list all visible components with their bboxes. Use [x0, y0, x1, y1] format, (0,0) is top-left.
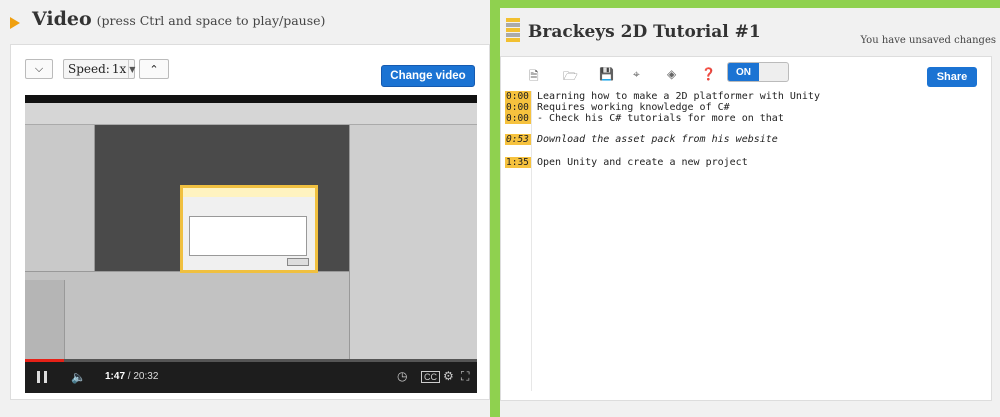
- note-text[interactable]: Requires working knowledge of C#: [537, 102, 730, 113]
- document-icon: [506, 18, 520, 44]
- new-file-icon[interactable]: 🗎: [529, 67, 539, 88]
- video-panel: Video (press Ctrl and space to play/paus…: [0, 0, 490, 417]
- open-folder-icon[interactable]: 🗁: [563, 67, 578, 88]
- note-entry: 0:00 - Check his C# tutorials for more on…: [505, 113, 784, 124]
- chevron-down-icon: ⌵: [34, 62, 44, 75]
- notes-panel: Brackeys 2D Tutorial #1 You have unsaved…: [500, 8, 1000, 417]
- video-card: ⌵ Speed: 1x ▼ ⌃ Change video 🔈 1:47 / 20…: [10, 44, 490, 400]
- note-text[interactable]: Download the asset pack from his website: [537, 134, 778, 145]
- speed-value: 1x: [111, 62, 127, 76]
- note-text[interactable]: - Check his C# tutorials for more on tha…: [537, 113, 784, 124]
- note-entry: 1:35 Open Unity and create a new project: [505, 157, 748, 168]
- note-entry: 0:53 Download the asset pack from his web…: [505, 134, 778, 145]
- gear-icon[interactable]: ⚙: [443, 369, 454, 383]
- note-text[interactable]: Open Unity and create a new project: [537, 157, 748, 168]
- notes-editor[interactable]: 0:00 Learning how to make a 2D platformer…: [501, 91, 991, 391]
- player-controls: 🔈 1:47 / 20:32 ◷ CC ⚙ ⛶: [25, 359, 477, 393]
- timestamp-link[interactable]: 0:53: [505, 134, 531, 145]
- toggle-on-label: ON: [728, 63, 759, 81]
- progress-bar[interactable]: [25, 359, 477, 362]
- caret-down-icon: ▼: [128, 60, 135, 78]
- time-display: 1:47 / 20:32: [105, 371, 158, 382]
- crosshair-icon[interactable]: ⌖: [633, 67, 640, 82]
- evernote-icon[interactable]: ◈: [667, 67, 676, 81]
- timestamp-link[interactable]: 0:00: [505, 91, 531, 102]
- speed-label: Speed:: [68, 62, 110, 76]
- video-player[interactable]: 🔈 1:47 / 20:32 ◷ CC ⚙ ⛶: [25, 95, 477, 393]
- share-button[interactable]: Share: [927, 67, 977, 87]
- pause-icon[interactable]: [37, 371, 47, 383]
- timestamp-link[interactable]: 1:35: [505, 157, 531, 168]
- note-entry: 0:00 Requires working knowledge of C#: [505, 102, 730, 113]
- speed-up-button[interactable]: ⌃: [139, 59, 169, 79]
- note-entry: 0:00 Learning how to make a 2D platformer…: [505, 91, 820, 102]
- timestamp-link[interactable]: 0:00: [505, 113, 531, 124]
- play-triangle-icon: [10, 17, 20, 29]
- notes-card: 🗎 🗁 💾 ⌖ ◈ ❓ ON Share 0:00 Learning how to…: [500, 56, 992, 401]
- watch-later-icon[interactable]: ◷: [397, 369, 407, 383]
- timestamp-link[interactable]: 0:00: [505, 102, 531, 113]
- help-icon[interactable]: ❓: [701, 67, 716, 81]
- chevron-up-icon: ⌃: [149, 63, 159, 76]
- change-video-button[interactable]: Change video: [381, 65, 475, 87]
- save-icon[interactable]: 💾: [599, 67, 614, 81]
- captions-icon[interactable]: CC: [421, 371, 440, 383]
- video-hint: (press Ctrl and space to play/pause): [96, 13, 326, 28]
- video-frame: [25, 103, 477, 360]
- video-header: Video (press Ctrl and space to play/paus…: [10, 8, 325, 38]
- total-time: / 20:32: [127, 371, 159, 382]
- speed-select[interactable]: Speed: 1x ▼: [63, 59, 135, 79]
- notes-title[interactable]: Brackeys 2D Tutorial #1: [528, 22, 761, 42]
- fullscreen-icon[interactable]: ⛶: [461, 369, 469, 384]
- sync-toggle[interactable]: ON: [727, 62, 789, 82]
- current-time: 1:47: [105, 371, 126, 382]
- progress-fill: [25, 359, 65, 362]
- note-text[interactable]: Learning how to make a 2D platformer wit…: [537, 91, 820, 102]
- speed-down-button[interactable]: ⌵: [25, 59, 53, 79]
- volume-icon[interactable]: 🔈: [71, 370, 86, 384]
- video-title: Video: [32, 8, 92, 30]
- unsaved-status: You have unsaved changes: [860, 35, 996, 46]
